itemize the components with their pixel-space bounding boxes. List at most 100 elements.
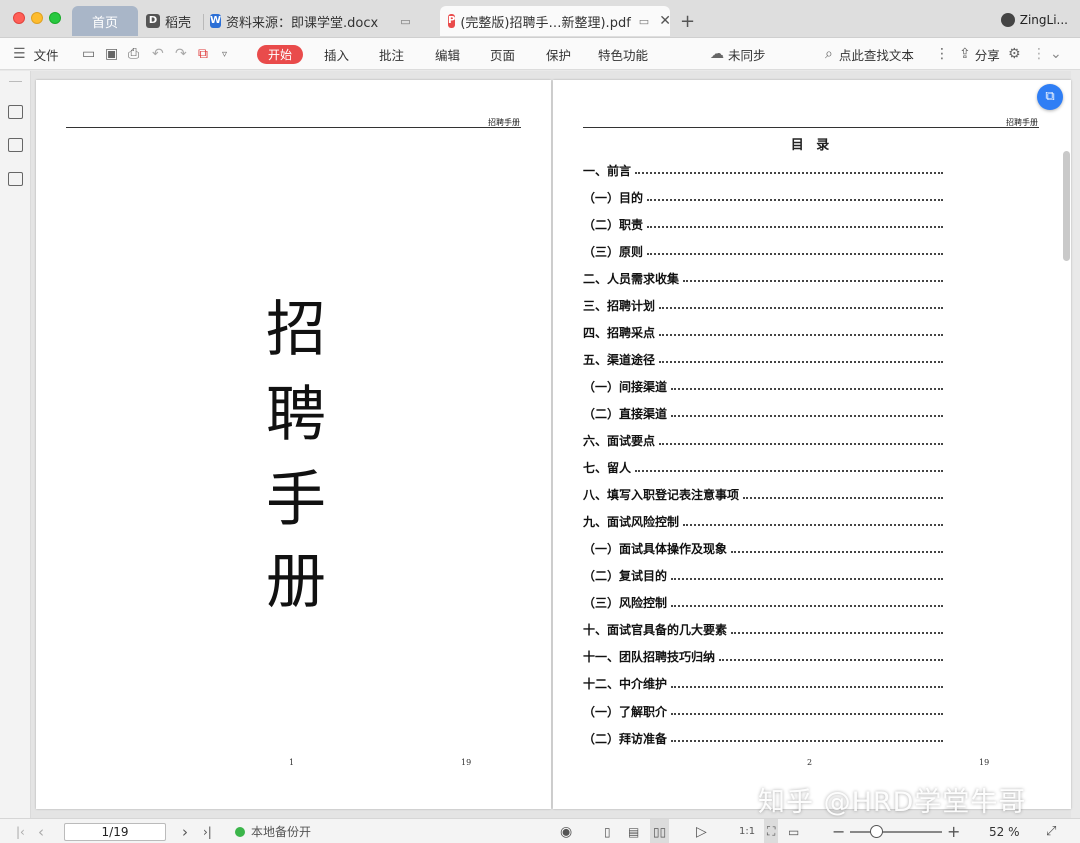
actual-size-icon[interactable]: 1:1 xyxy=(739,819,755,843)
two-page-view-icon[interactable]: ▯▯ xyxy=(650,819,670,843)
find-text-button[interactable]: ⌕ 点此查找文本 xyxy=(825,38,914,70)
toc-entry[interactable]: （一）目的 xyxy=(583,189,943,205)
toc-entry[interactable]: 六、面试要点 xyxy=(583,433,943,449)
monitor-icon[interactable]: ▭ xyxy=(639,15,649,28)
toc-leader-dots xyxy=(731,545,943,553)
tab-pdf-active[interactable]: P (完整版)招聘手…新整理).pdf ▭ ✕ xyxy=(440,6,671,36)
image-thumbnail-icon[interactable] xyxy=(8,138,23,152)
redo-icon[interactable]: ↷ xyxy=(175,38,187,70)
open-folder-icon[interactable]: ▭ xyxy=(82,38,95,70)
page-number: 2 xyxy=(807,758,813,767)
menu-page[interactable]: 页面 xyxy=(490,38,515,70)
fit-width-icon[interactable]: ▭ xyxy=(788,819,799,843)
close-window-button[interactable] xyxy=(13,12,25,24)
toc-leader-dots xyxy=(683,518,943,526)
menu-protect[interactable]: 保护 xyxy=(546,38,571,70)
print-icon[interactable]: ⎙ xyxy=(128,38,139,70)
toc-entry-label: 十一、团队招聘技巧归纳 xyxy=(583,650,716,665)
toc-entry[interactable]: 八、填写入职登记表注意事项 xyxy=(583,487,943,503)
outline-icon[interactable] xyxy=(8,105,23,119)
menu-edit[interactable]: 编辑 xyxy=(435,38,460,70)
convert-icon: ⧉ xyxy=(1045,89,1055,104)
share-button[interactable]: ⇪ 分享 xyxy=(959,38,1000,70)
watermark: 知乎 @HRD学堂牛哥 xyxy=(758,787,1027,818)
more-options-icon[interactable]: ⋮ xyxy=(935,38,949,70)
new-tab-button[interactable]: + xyxy=(680,11,695,32)
menu-comment[interactable]: 批注 xyxy=(379,38,404,70)
toc-entry[interactable]: （一）间接渠道 xyxy=(583,378,943,394)
local-backup-toggle[interactable]: 本地备份开 xyxy=(235,819,311,843)
tab-daoke[interactable]: D 稻壳 xyxy=(146,6,206,36)
fit-page-icon[interactable]: ⛶ xyxy=(764,819,779,843)
save-icon[interactable]: ▣ xyxy=(105,38,118,70)
monitor-icon[interactable]: ▭ xyxy=(400,15,410,28)
previous-page-icon[interactable]: ‹ xyxy=(38,819,44,843)
toc-entry[interactable]: （三）原则 xyxy=(583,243,943,259)
settings-gear-icon[interactable]: ⚙ xyxy=(1008,38,1021,70)
toc-entry[interactable]: （二）拜访准备 xyxy=(583,730,943,746)
fullscreen-icon[interactable]: ⤢ xyxy=(1046,819,1056,843)
last-page-icon[interactable]: ›| xyxy=(203,819,212,843)
toc-leader-dots xyxy=(671,382,943,391)
next-page-icon[interactable]: › xyxy=(182,819,188,843)
toc-entry[interactable]: 三、招聘计划 xyxy=(583,297,943,313)
minimize-window-button[interactable] xyxy=(31,12,43,24)
undo-icon[interactable]: ↶ xyxy=(152,38,164,70)
toc-entry[interactable]: 五、渠道途径 xyxy=(583,351,943,367)
single-page-view-icon[interactable]: ▯ xyxy=(604,819,611,843)
toc-entry[interactable]: （三）风险控制 xyxy=(583,595,943,611)
toc-entry-label: 三、招聘计划 xyxy=(583,298,656,313)
toc-entry[interactable]: 十一、团队招聘技巧归纳 xyxy=(583,649,943,665)
toc-entry[interactable]: （二）直接渠道 xyxy=(583,405,943,421)
page-header-text: 招聘手册 xyxy=(1006,118,1038,127)
toc-entry-label: 五、渠道途径 xyxy=(583,352,656,367)
toc-entry[interactable]: 二、人员需求收集 xyxy=(583,270,943,286)
backup-label: 本地备份开 xyxy=(251,825,312,839)
more-dropdown-icon[interactable]: ▿ xyxy=(222,38,227,70)
toc-entry[interactable]: （二）职责 xyxy=(583,216,943,232)
tab-docx[interactable]: W 资料来源：即课学堂.docx ▭ xyxy=(210,6,411,36)
zoom-in-icon[interactable]: + xyxy=(947,819,960,843)
first-page-icon[interactable]: |‹ xyxy=(16,819,25,843)
toc-entry[interactable]: 十、面试官具备的几大要素 xyxy=(583,622,943,638)
page-number-input[interactable]: 1/19 xyxy=(64,822,166,841)
toc-leader-dots xyxy=(671,409,943,418)
toc-entry[interactable]: （一）面试具体操作及现象 xyxy=(583,541,943,557)
chevron-down-icon[interactable]: ⌄ xyxy=(1050,38,1062,70)
toc-entry[interactable]: 九、面试风险控制 xyxy=(583,514,943,530)
pdf-convert-icon[interactable]: ⧉ xyxy=(198,38,208,70)
menu-features[interactable]: 特色功能 xyxy=(598,38,648,70)
toc-leader-dots xyxy=(647,193,943,202)
continuous-view-icon[interactable]: ▤ xyxy=(628,819,639,843)
toc-entry[interactable]: （一）了解职介 xyxy=(583,703,943,719)
menu-insert[interactable]: 插入 xyxy=(324,38,349,70)
toc-entry[interactable]: 十二、中介维护 xyxy=(583,676,943,692)
play-slideshow-icon[interactable]: ▷ xyxy=(696,819,707,843)
document-view[interactable]: 招聘手册 招 聘 手 册 1 19 招聘手册 目 录 一、前言 （一）目的 （二）职… xyxy=(31,71,1071,818)
zoom-out-icon[interactable]: − xyxy=(832,819,845,843)
toc-entry-label: 六、面试要点 xyxy=(583,434,656,448)
toc-entry[interactable]: 四、招聘采点 xyxy=(583,324,943,340)
rail-handle xyxy=(9,81,22,82)
toc-leader-dots xyxy=(635,166,943,174)
eye-protection-icon[interactable]: ◉ xyxy=(560,819,572,843)
close-tab-icon[interactable]: ✕ xyxy=(659,13,671,29)
bookmark-panel-icon[interactable] xyxy=(8,172,23,186)
user-account[interactable]: ZingLi... xyxy=(1000,13,1068,27)
zoom-slider-knob[interactable] xyxy=(870,825,884,838)
menu-label: 插入 xyxy=(324,47,350,63)
vertical-scrollbar[interactable] xyxy=(1063,151,1070,261)
toc-entry[interactable]: 一、前言 xyxy=(583,162,943,178)
toc-entry[interactable]: （二）复试目的 xyxy=(583,568,943,584)
toc-entry[interactable]: 七、留人 xyxy=(583,460,943,476)
menu-start[interactable]: 开始 xyxy=(257,38,304,70)
sync-status[interactable]: ☁ 未同步 xyxy=(710,38,766,70)
page-toc: 招聘手册 目 录 一、前言 （一）目的 （二）职责 （三）原则 二、人员需求收集 三、招聘… xyxy=(553,80,1071,809)
tab-home[interactable]: 首页 xyxy=(72,6,138,36)
header-rule xyxy=(583,127,1039,128)
file-menu[interactable]: ☰ 文件 xyxy=(13,38,59,70)
more-vertical-icon[interactable]: ⋮ xyxy=(1032,38,1046,70)
zoom-slider[interactable] xyxy=(850,825,942,838)
zoom-window-button[interactable] xyxy=(49,12,61,24)
floating-tool-button[interactable]: ⧉ xyxy=(1037,84,1063,110)
